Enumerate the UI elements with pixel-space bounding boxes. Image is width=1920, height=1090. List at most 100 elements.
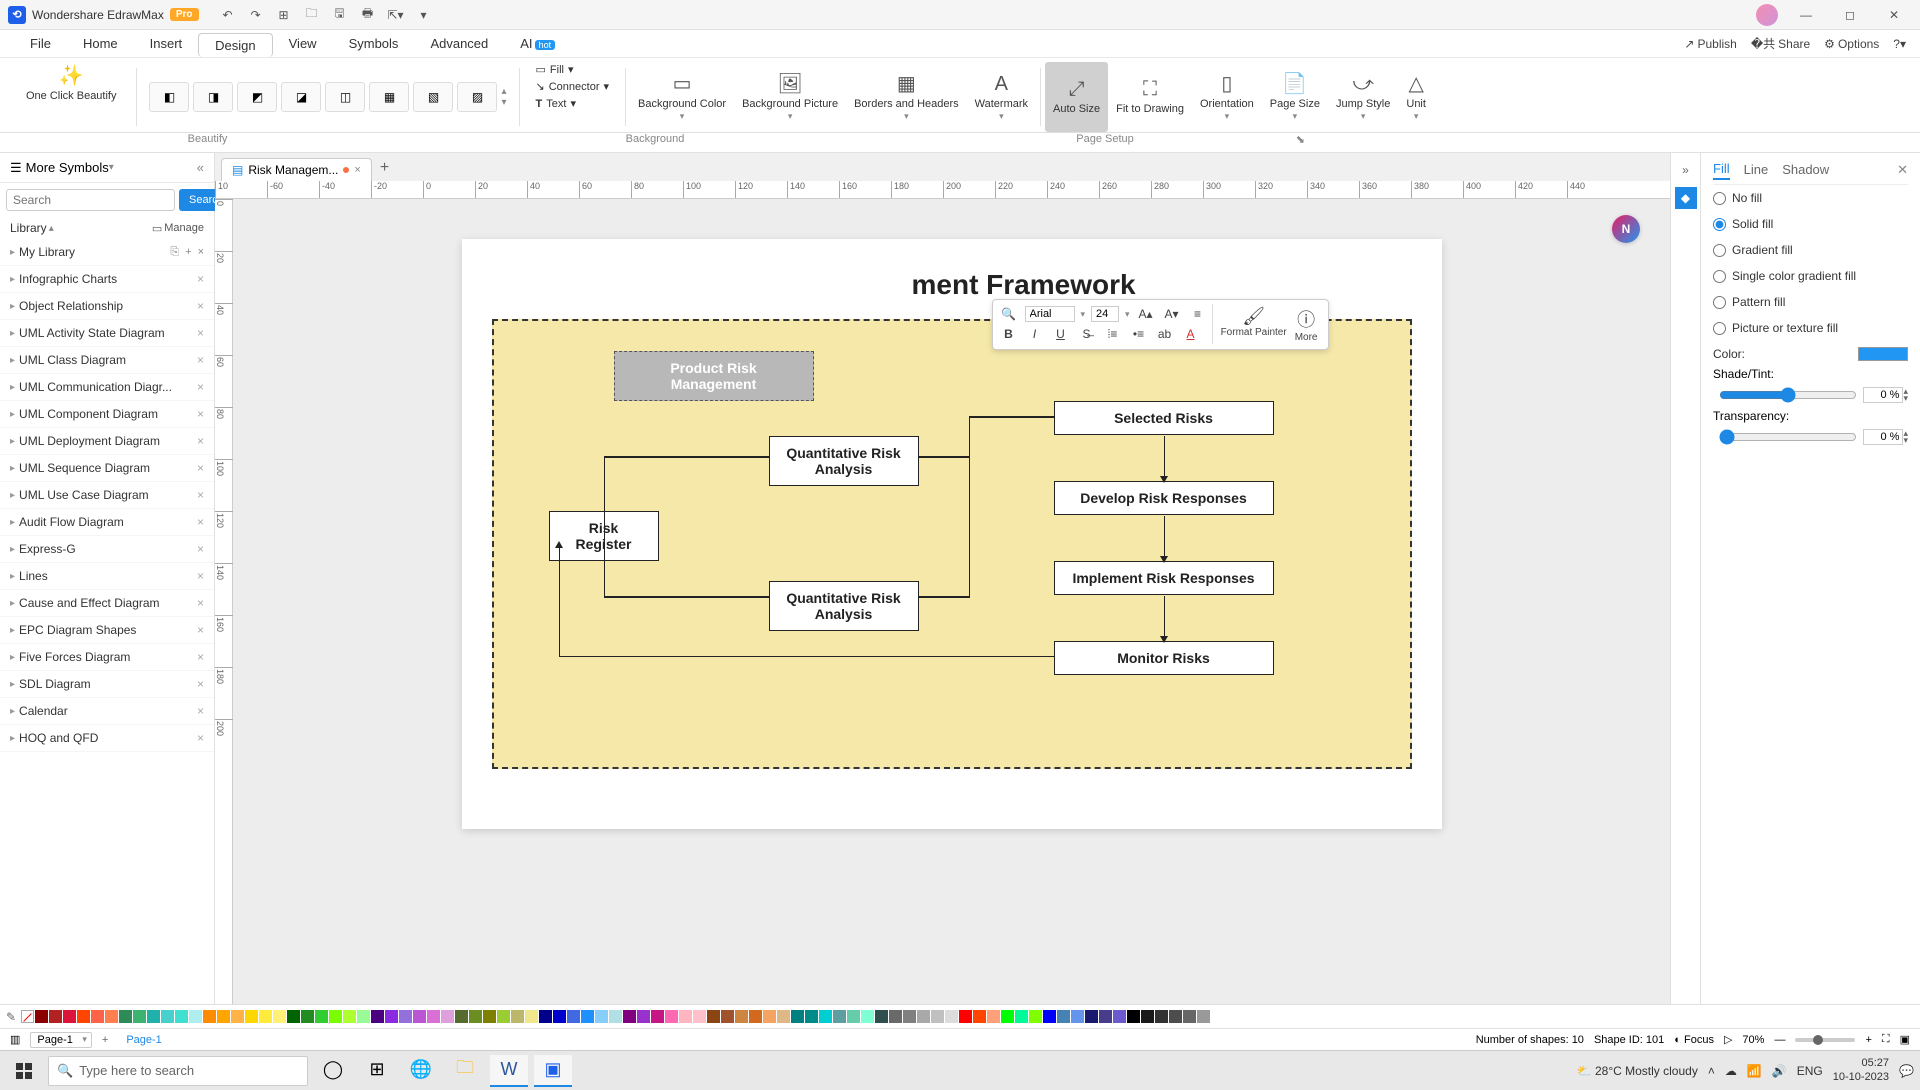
palette-swatch[interactable] <box>49 1010 62 1023</box>
lib-close-icon[interactable]: × <box>197 380 204 394</box>
export-button[interactable]: ⇱▾ <box>387 6 405 24</box>
palette-swatch[interactable] <box>35 1010 48 1023</box>
palette-swatch[interactable] <box>77 1010 90 1023</box>
options-button[interactable]: ⚙ Options <box>1824 37 1879 51</box>
palette-swatch[interactable] <box>413 1010 426 1023</box>
menu-view[interactable]: View <box>273 32 333 55</box>
font-family-input[interactable] <box>1025 306 1075 322</box>
add-tab-button[interactable]: + <box>372 155 397 181</box>
node-develop[interactable]: Develop Risk Responses <box>1054 481 1274 515</box>
lib-close-icon[interactable]: × <box>197 542 204 556</box>
palette-swatch[interactable] <box>273 1010 286 1023</box>
palette-swatch[interactable] <box>763 1010 776 1023</box>
page-setup-launcher[interactable]: ⬊ <box>1296 133 1305 146</box>
diagram-frame[interactable]: Product Risk Management Risk Register Qu… <box>492 319 1412 769</box>
palette-swatch[interactable] <box>469 1010 482 1023</box>
manage-library-button[interactable]: ▭ Manage <box>152 222 204 235</box>
palette-swatch[interactable] <box>203 1010 216 1023</box>
node-qra-1[interactable]: Quantitative Risk Analysis <box>769 436 919 486</box>
focus-toggle[interactable]: ◐ Focus <box>1674 1034 1714 1046</box>
taskbar-edrawmax[interactable]: ▣ <box>534 1055 572 1087</box>
lib-item[interactable]: ▸UML Deployment Diagram× <box>0 428 214 455</box>
taskbar-search[interactable]: 🔍 Type here to search <box>48 1056 308 1086</box>
align-button[interactable]: ≡ <box>1188 304 1208 324</box>
menu-insert[interactable]: Insert <box>134 32 199 55</box>
save-button[interactable]: 🖫 <box>331 6 349 24</box>
lib-item[interactable]: ▸UML Activity State Diagram× <box>0 320 214 347</box>
lib-close-icon[interactable]: × <box>197 650 204 664</box>
expand-right-panel-button[interactable]: » <box>1675 159 1697 181</box>
palette-swatch[interactable] <box>357 1010 370 1023</box>
palette-swatch[interactable] <box>441 1010 454 1023</box>
tray-chevron-icon[interactable]: ˄ <box>1708 1064 1715 1078</box>
theme-scroll-down[interactable]: ▾ <box>501 97 506 108</box>
palette-swatch[interactable] <box>1183 1010 1196 1023</box>
palette-swatch[interactable] <box>287 1010 300 1023</box>
fit-drawing-button[interactable]: ⛶Fit to Drawing <box>1108 62 1192 132</box>
palette-swatch[interactable] <box>105 1010 118 1023</box>
palette-swatch[interactable] <box>917 1010 930 1023</box>
fullscreen-button[interactable]: ▣ <box>1900 1033 1910 1046</box>
lib-close-icon[interactable]: × <box>197 623 204 637</box>
palette-swatch[interactable] <box>1001 1010 1014 1023</box>
qat-more-button[interactable]: ▾ <box>415 6 433 24</box>
canvas-viewport[interactable]: N ment Framework 🔍 ▾ ▾ A▴ <box>233 199 1670 1004</box>
lib-close-icon[interactable]: × <box>197 326 204 340</box>
background-color-button[interactable]: ▭Background Color▾ <box>630 62 734 132</box>
palette-swatch[interactable] <box>623 1010 636 1023</box>
palette-swatch[interactable] <box>567 1010 580 1023</box>
taskbar-taskview[interactable]: ⊞ <box>358 1055 396 1087</box>
lib-item[interactable]: ▸UML Sequence Diagram× <box>0 455 214 482</box>
palette-swatch[interactable] <box>497 1010 510 1023</box>
shade-slider[interactable] <box>1719 387 1857 403</box>
theme-preset-5[interactable]: ◫ <box>325 82 365 112</box>
palette-swatch[interactable] <box>735 1010 748 1023</box>
theme-preset-8[interactable]: ▨ <box>457 82 497 112</box>
mylib-close-icon[interactable]: × <box>198 246 204 259</box>
palette-swatch[interactable] <box>511 1010 524 1023</box>
new-button[interactable]: ⊞ <box>275 6 293 24</box>
palette-swatch[interactable] <box>427 1010 440 1023</box>
palette-swatch[interactable] <box>693 1010 706 1023</box>
palette-swatch[interactable] <box>217 1010 230 1023</box>
palette-swatch[interactable] <box>133 1010 146 1023</box>
palette-swatch[interactable] <box>399 1010 412 1023</box>
lib-item[interactable]: ▸Lines× <box>0 563 214 590</box>
palette-swatch[interactable] <box>91 1010 104 1023</box>
tab-shadow[interactable]: Shadow <box>1782 160 1829 179</box>
palette-swatch[interactable] <box>175 1010 188 1023</box>
radio-single-gradient-fill[interactable]: Single color gradient fill <box>1713 263 1908 289</box>
palette-swatch[interactable] <box>749 1010 762 1023</box>
lib-item[interactable]: ▸Audit Flow Diagram× <box>0 509 214 536</box>
node-monitor[interactable]: Monitor Risks <box>1054 641 1274 675</box>
palette-swatch[interactable] <box>875 1010 888 1023</box>
collapse-panel-button[interactable]: « <box>197 160 204 175</box>
lib-item[interactable]: ▸UML Communication Diagr...× <box>0 374 214 401</box>
node-implement[interactable]: Implement Risk Responses <box>1054 561 1274 595</box>
theme-connector-dropdown[interactable]: ↘ Connector ▾ <box>532 79 614 94</box>
lib-close-icon[interactable]: × <box>197 272 204 286</box>
palette-swatch[interactable] <box>329 1010 342 1023</box>
increase-font-button[interactable]: A▴ <box>1136 304 1156 324</box>
open-button[interactable]: 🗀 <box>303 6 321 24</box>
lib-close-icon[interactable]: × <box>197 461 204 475</box>
palette-swatch[interactable] <box>63 1010 76 1023</box>
share-button[interactable]: �共 Share <box>1751 35 1810 52</box>
mylib-import-icon[interactable]: ⎘ <box>170 246 179 259</box>
fill-color-swatch[interactable] <box>1858 347 1908 361</box>
redo-button[interactable]: ↷ <box>247 6 265 24</box>
lib-close-icon[interactable]: × <box>197 488 204 502</box>
palette-swatch[interactable] <box>315 1010 328 1023</box>
lib-close-icon[interactable]: × <box>197 731 204 745</box>
tab-line[interactable]: Line <box>1744 160 1769 179</box>
lib-my-library[interactable]: ▸My Library ⎘+× <box>0 239 214 266</box>
palette-swatch[interactable] <box>1197 1010 1210 1023</box>
theme-preset-3[interactable]: ◩ <box>237 82 277 112</box>
lib-item[interactable]: ▸Express-G× <box>0 536 214 563</box>
lib-item[interactable]: ▸EPC Diagram Shapes× <box>0 617 214 644</box>
page-layout-icon[interactable]: ▥ <box>10 1033 20 1046</box>
one-click-beautify-button[interactable]: ✨One Click Beautify <box>18 62 124 105</box>
palette-swatch[interactable] <box>119 1010 132 1023</box>
maximize-button[interactable]: ◻ <box>1832 3 1868 27</box>
menu-design[interactable]: Design <box>198 33 272 57</box>
